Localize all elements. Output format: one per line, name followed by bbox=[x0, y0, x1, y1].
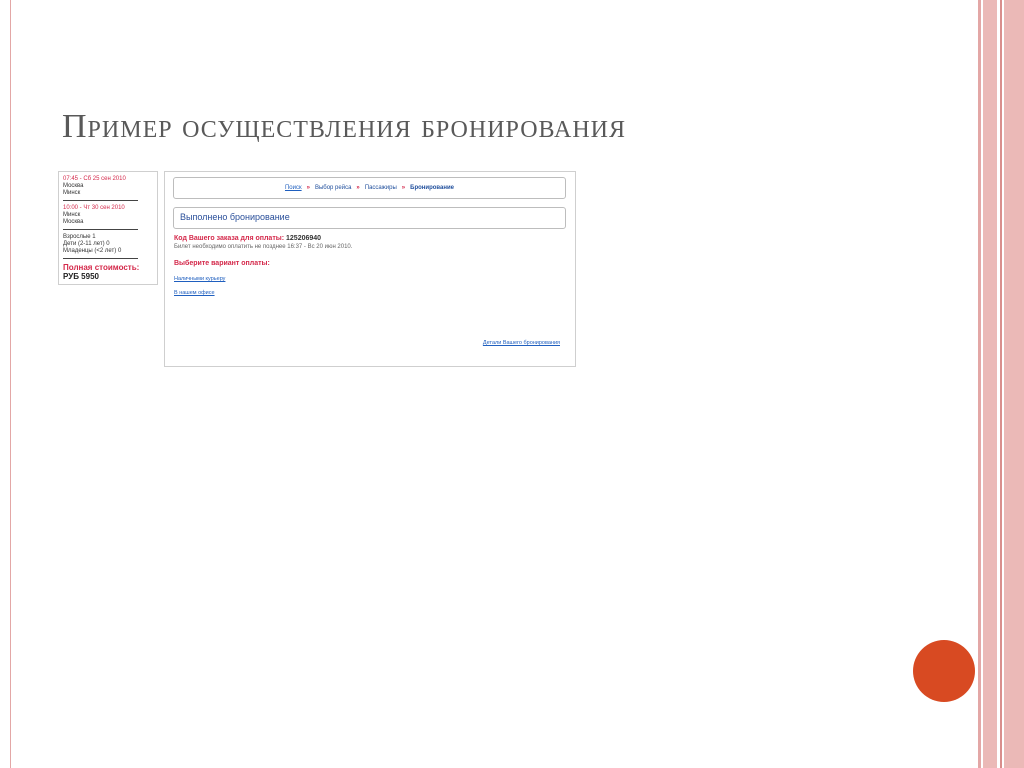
passengers-infants: Младенцы (<2 лет) 0 bbox=[63, 248, 122, 254]
slide-frame-line bbox=[10, 0, 11, 768]
breadcrumb-separator: » bbox=[356, 185, 360, 191]
breadcrumb-separator: » bbox=[401, 185, 406, 191]
summary-divider bbox=[63, 229, 138, 230]
booking-status: Выполнено бронирование bbox=[180, 212, 290, 222]
breadcrumb-separator: » bbox=[306, 185, 310, 191]
breadcrumb-booking: Бронирование bbox=[410, 185, 455, 191]
total-price-value: РУБ 5950 bbox=[63, 272, 99, 281]
flight1-time: 07:45 - Сб 25 сен 2010 bbox=[63, 176, 126, 182]
order-code-line: Код Вашего заказа для оплаты: 125206940 bbox=[174, 235, 321, 242]
decorative-circle bbox=[913, 640, 975, 702]
booking-summary-panel: 07:45 - Сб 25 сен 2010 Москва Минск 10:0… bbox=[58, 171, 158, 285]
order-code: 125206940 bbox=[286, 235, 322, 242]
breadcrumb-search[interactable]: Поиск bbox=[285, 185, 302, 191]
breadcrumb-flight: Выбор рейса bbox=[314, 185, 352, 191]
flight2-time: 10:00 - Чт 30 сен 2010 bbox=[63, 205, 125, 211]
booking-details-link[interactable]: Детали Вашего бронирования bbox=[483, 340, 560, 346]
summary-divider bbox=[63, 258, 138, 259]
flight1-to: Минск bbox=[63, 190, 81, 196]
flight2-from: Минск bbox=[63, 212, 81, 218]
passengers-children: Дети (2-11 лет) 0 bbox=[63, 241, 110, 247]
decorative-stripes bbox=[978, 0, 1024, 768]
pay-office-link[interactable]: В нашем офисе bbox=[174, 290, 215, 296]
flight2-to: Москва bbox=[63, 219, 84, 225]
flight1-from: Москва bbox=[63, 183, 84, 189]
slide-title: Пример осуществления бронирования bbox=[62, 108, 627, 145]
total-price-label: Полная стоимость: bbox=[63, 263, 140, 272]
booking-status-box: Выполнено бронирование bbox=[173, 207, 566, 229]
passengers-adults: Взрослые 1 bbox=[63, 234, 96, 240]
payment-deadline: Билет необходимо оплатить не позднее 16:… bbox=[174, 244, 353, 250]
pay-courier-link[interactable]: Наличными курьеру bbox=[174, 276, 225, 282]
choose-payment-heading: Выберите вариант оплаты: bbox=[174, 260, 270, 267]
breadcrumb: Поиск » Выбор рейса » Пассажиры » Бронир… bbox=[173, 177, 566, 199]
booking-panel: Поиск » Выбор рейса » Пассажиры » Бронир… bbox=[164, 171, 576, 367]
order-code-label: Код Вашего заказа для оплаты: bbox=[174, 235, 285, 242]
breadcrumb-passengers: Пассажиры bbox=[364, 185, 397, 191]
summary-divider bbox=[63, 200, 138, 201]
